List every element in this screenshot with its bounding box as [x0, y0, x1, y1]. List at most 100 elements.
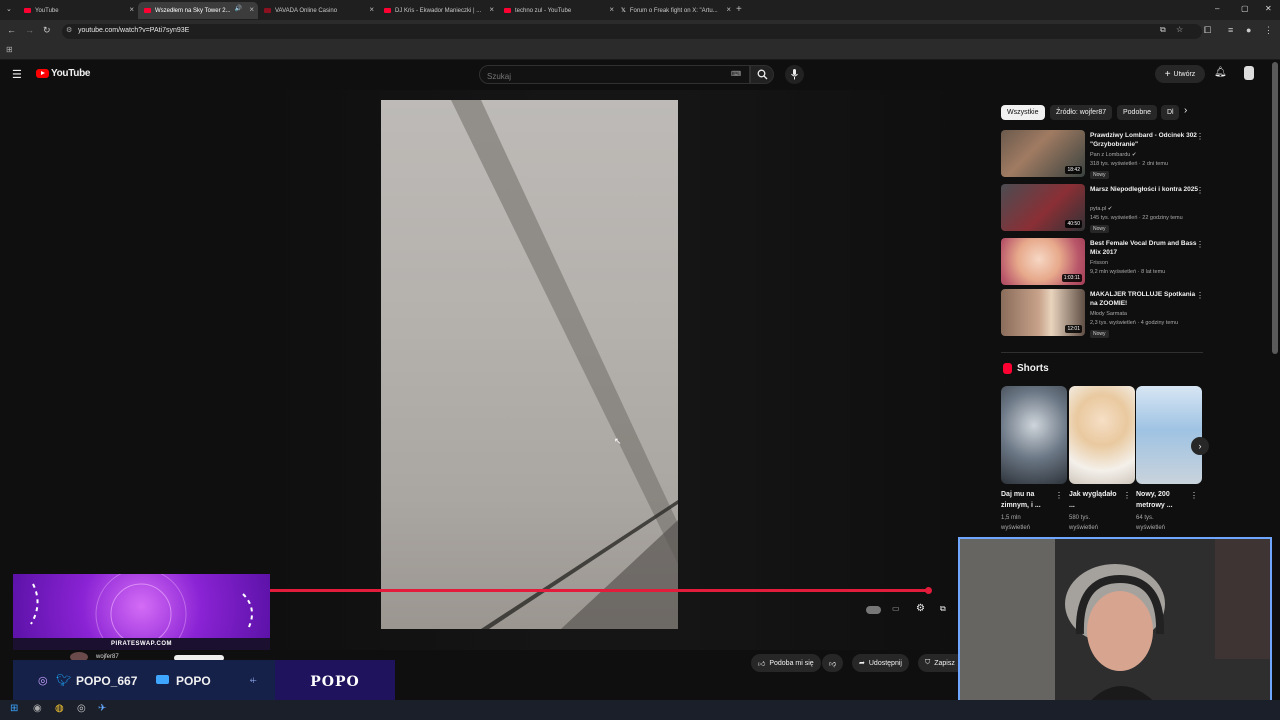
chip-similar[interactable]: Podobne	[1117, 105, 1158, 120]
more-options-icon[interactable]: ⋮	[1196, 186, 1204, 195]
voice-search-button[interactable]	[785, 65, 804, 84]
media-icon[interactable]: ≡	[1228, 25, 1233, 35]
search-box[interactable]: ⌨	[479, 65, 750, 85]
youtube-favicon-icon	[384, 8, 391, 13]
channel-name[interactable]: pyta.pl	[1090, 206, 1106, 212]
recommendation-item[interactable]: 1:03:11 Best Female Vocal Drum and Bass …	[1001, 238, 1204, 288]
browser-tab-youtube[interactable]: YouTube ×	[18, 2, 138, 19]
site-info-icon[interactable]: ⚙	[66, 26, 72, 34]
video-frame[interactable]	[381, 100, 678, 629]
more-options-icon[interactable]: ⋮	[1196, 132, 1204, 141]
channel-name[interactable]: Młody Sarmata	[1090, 311, 1127, 317]
chevron-right-icon[interactable]: ›	[1184, 105, 1187, 116]
settings-gear-icon[interactable]: ⚙	[916, 603, 925, 614]
chip-more[interactable]: Dl	[1161, 105, 1179, 120]
notifications-bell-icon[interactable]: 🔔︎	[1214, 67, 1227, 78]
bookmark-star-icon[interactable]: ☆	[1176, 25, 1183, 34]
youtube-logo[interactable]: YouTube	[36, 68, 91, 79]
short-title[interactable]: Nowy, 200 metrowy ...	[1136, 489, 1191, 511]
recommendation-item[interactable]: 12:01 MAKALJER TROLLUJE Spotkania na ZOO…	[1001, 289, 1204, 339]
browser-tab-vavada[interactable]: VAVADA Online Casino ×	[258, 2, 378, 19]
miniplayer-icon[interactable]: ⧉	[940, 604, 946, 614]
browser-tab-djkris[interactable]: DJ Kris - Ekwador Manieczki | ... ×	[378, 2, 498, 19]
video-title[interactable]: Prawdziwy Lombard - Odcinek 302 "Grzybob…	[1090, 131, 1198, 149]
page-scrollbar[interactable]	[1272, 62, 1278, 354]
close-tab-icon[interactable]: ×	[726, 5, 731, 14]
chip-source[interactable]: Źródło: wojfer87	[1050, 105, 1113, 120]
channel-name[interactable]: Pan z Lombardu	[1090, 152, 1130, 158]
search-input[interactable]	[480, 68, 720, 85]
video-title[interactable]: Best Female Vocal Drum and Bass Mix 2017	[1090, 239, 1198, 257]
new-tab-icon[interactable]: +	[736, 4, 742, 15]
short-thumbnail[interactable]	[1001, 386, 1067, 484]
more-options-icon[interactable]: ⋮	[1055, 491, 1063, 500]
back-icon[interactable]: ←	[7, 25, 16, 35]
upload-age: 4 godziny temu	[1140, 320, 1179, 326]
recommendation-item[interactable]: 18:42 Prawdziwy Lombard - Odcinek 302 "G…	[1001, 130, 1204, 180]
thumbs-up-icon: 👍︎	[758, 660, 766, 668]
more-options-icon[interactable]: ⋮	[1123, 491, 1131, 500]
short-thumbnail[interactable]	[1069, 386, 1135, 484]
casino-favicon-icon	[264, 8, 271, 13]
minimize-icon[interactable]: –	[1215, 4, 1219, 13]
taskbar-app-icon[interactable]: ◉	[33, 703, 42, 714]
more-options-icon[interactable]: ⋮	[1196, 240, 1204, 249]
video-thumbnail[interactable]: 18:42	[1001, 130, 1085, 177]
address-bar[interactable]: ⚙ youtube.com/watch?v=PAti7syn93E ⧉ ☆	[62, 24, 1202, 39]
short-title[interactable]: Jak wyglądało ...	[1069, 489, 1124, 511]
obs-icon[interactable]: ◎	[77, 703, 86, 714]
more-options-icon[interactable]: ⋮	[1196, 291, 1204, 300]
tab-title: VAVADA Online Casino	[275, 7, 338, 14]
microphone-icon	[791, 69, 798, 80]
apps-grid-icon[interactable]: ⊞	[6, 45, 13, 54]
forward-icon[interactable]: →	[25, 25, 34, 35]
share-button[interactable]: ➦ Udostępnij	[852, 654, 909, 672]
channel-name[interactable]: Frisson	[1090, 260, 1108, 266]
close-tab-icon[interactable]: ×	[489, 5, 494, 14]
install-icon[interactable]: ⧉	[1160, 25, 1166, 35]
sponsor-banner	[13, 574, 270, 638]
windows-start-icon[interactable]: ⊞	[10, 703, 18, 714]
save-button[interactable]: ⛉ Zapisz	[918, 654, 958, 672]
chip-all[interactable]: Wszystkie	[1001, 105, 1045, 120]
speaker-icon[interactable]: 🔊	[235, 5, 242, 12]
close-tab-icon[interactable]: ×	[249, 5, 254, 14]
browser-menu-icon[interactable]: ⋮	[1264, 25, 1273, 36]
extensions-icon[interactable]: ⧠	[1204, 25, 1211, 36]
avatar[interactable]	[1244, 66, 1254, 80]
dislike-button[interactable]: 👎︎	[822, 654, 844, 672]
browser-tab-x[interactable]: 𝕏 Forum o Freak fight on X: "Artu... ×	[615, 2, 735, 19]
recommendation-item[interactable]: 40:50 Marsz Niepodległości i kontra 2025…	[1001, 184, 1204, 234]
video-title[interactable]: MAKALJER TROLLUJE Spotkania na ZOOMIE!	[1090, 290, 1198, 308]
browser-tab-techno[interactable]: techno zul - YouTube ×	[498, 2, 618, 19]
close-window-icon[interactable]: ✕	[1265, 4, 1272, 13]
maximize-icon[interactable]: ▢	[1241, 4, 1249, 13]
hamburger-menu-icon[interactable]: ☰	[12, 68, 22, 81]
close-tab-icon[interactable]: ×	[129, 5, 134, 14]
profile-icon[interactable]: ●	[1246, 25, 1251, 35]
short-thumbnail[interactable]	[1136, 386, 1202, 484]
search-button[interactable]	[750, 65, 774, 84]
close-tab-icon[interactable]: ×	[369, 5, 374, 14]
chrome-icon[interactable]: ◍	[55, 703, 64, 714]
video-thumbnail[interactable]: 40:50	[1001, 184, 1085, 231]
video-thumbnail[interactable]: 12:01	[1001, 289, 1085, 336]
steam-icon[interactable]: ✈	[98, 703, 106, 714]
autoplay-toggle[interactable]	[866, 606, 881, 614]
close-tab-icon[interactable]: ×	[609, 5, 614, 14]
tab-title: Forum o Freak fight on X: "Artu...	[629, 7, 718, 14]
more-options-icon[interactable]: ⋮	[1190, 491, 1198, 500]
create-button[interactable]: + Utwórz	[1155, 65, 1205, 83]
short-title[interactable]: Daj mu na zimnym, i ...	[1001, 489, 1056, 511]
shorts-next-button[interactable]: ›	[1191, 437, 1209, 455]
like-button[interactable]: 👍︎ Podoba mi się	[751, 654, 821, 672]
video-thumbnail[interactable]: 1:03:11	[1001, 238, 1085, 285]
keyboard-icon[interactable]: ⌨	[731, 70, 741, 78]
tab-list-icon[interactable]: ⌄	[6, 5, 12, 13]
browser-tab-active[interactable]: Wszedłem na Sky Tower 2... 🔊 ×	[138, 2, 258, 19]
subtitles-icon[interactable]: ▭	[892, 604, 900, 613]
video-title[interactable]: Marsz Niepodległości i kontra 2025	[1090, 185, 1198, 194]
video-progress-bar[interactable]	[270, 589, 930, 592]
progress-scrubber-handle[interactable]	[925, 587, 932, 594]
reload-icon[interactable]: ↻	[43, 25, 51, 36]
